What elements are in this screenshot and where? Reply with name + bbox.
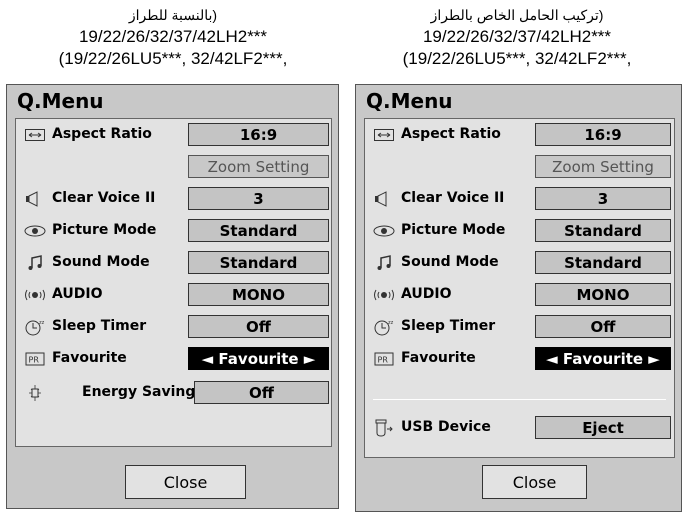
menu-row-sound-mode[interactable]: Sound Mode Standard — [16, 250, 331, 276]
menu-row-sleep-timer[interactable]: zz Sleep Timer Off — [16, 314, 331, 340]
menu-row-energy-saving[interactable]: Energy Saving Off — [16, 380, 331, 406]
zoom-setting-button[interactable]: Zoom Setting — [535, 155, 671, 178]
menu-row-zoom-setting[interactable]: Zoom Setting — [365, 154, 674, 180]
menu-label: Picture Mode — [401, 222, 506, 238]
menu-label: Aspect Ratio — [52, 126, 152, 142]
menu-label: Sound Mode — [401, 254, 499, 270]
sleep-timer-value[interactable]: Off — [535, 315, 671, 338]
close-button[interactable]: Close — [125, 465, 246, 499]
audio-value[interactable]: MONO — [535, 283, 671, 306]
speaker-icon — [373, 190, 395, 208]
menu-row-sleep-timer[interactable]: zz Sleep Timer Off — [365, 314, 674, 340]
caption-line-2: 19/22/26/32/37/42LH2*** — [78, 27, 268, 46]
aspect-ratio-value[interactable]: 16:9 — [535, 123, 671, 146]
qmenu-panel-right: Q.Menu Aspect Ratio 16:9 Zoom Setting Cl… — [355, 84, 682, 512]
menu-label: AUDIO — [401, 286, 452, 302]
pr-icon: PR — [373, 350, 395, 368]
qmenu-panel-left: Q.Menu Aspect Ratio 16:9 Zoom Setting Cl… — [6, 84, 339, 509]
aspect-ratio-icon — [24, 126, 46, 144]
music-note-icon — [24, 254, 46, 272]
pr-icon: PR — [24, 350, 46, 368]
menu-label: Favourite — [52, 350, 127, 366]
clear-voice-value[interactable]: 3 — [188, 187, 329, 210]
aspect-ratio-icon — [373, 126, 395, 144]
usb-device-icon — [373, 419, 395, 437]
menu-row-usb-device[interactable]: USB Device Eject — [365, 415, 674, 441]
svg-text:PR: PR — [29, 356, 40, 365]
svg-text:zz: zz — [39, 320, 45, 326]
menu-label: Aspect Ratio — [401, 126, 501, 142]
menu-row-clear-voice[interactable]: Clear Voice II 3 — [16, 186, 331, 212]
menu-row-picture-mode[interactable]: Picture Mode Standard — [365, 218, 674, 244]
menu-label: Clear Voice II — [401, 190, 505, 206]
sound-mode-value[interactable]: Standard — [188, 251, 329, 274]
svg-text:zz: zz — [388, 320, 394, 326]
menu-row-clear-voice[interactable]: Clear Voice II 3 — [365, 186, 674, 212]
picture-mode-value[interactable]: Standard — [535, 219, 671, 242]
qmenu-list: Aspect Ratio 16:9 Zoom Setting Clear Voi… — [15, 118, 332, 447]
qmenu-list: Aspect Ratio 16:9 Zoom Setting Clear Voi… — [364, 118, 675, 458]
sleep-timer-icon: zz — [24, 318, 46, 336]
audio-icon — [373, 286, 395, 304]
energy-saving-value[interactable]: Off — [194, 381, 329, 404]
sound-mode-value[interactable]: Standard — [535, 251, 671, 274]
qmenu-title: Q.Menu — [366, 89, 453, 113]
energy-saving-icon — [24, 384, 46, 402]
caption-line-1: (تركيب الحامل الخاص بالطراز — [430, 7, 604, 23]
menu-label: Sleep Timer — [401, 318, 496, 334]
favourite-selector[interactable]: ◄ Favourite ► — [535, 347, 671, 370]
menu-row-sound-mode[interactable]: Sound Mode Standard — [365, 250, 674, 276]
menu-row-aspect-ratio[interactable]: Aspect Ratio 16:9 — [365, 122, 674, 148]
menu-row-audio[interactable]: AUDIO MONO — [16, 282, 331, 308]
sleep-timer-icon: zz — [373, 318, 395, 336]
menu-label: USB Device — [401, 419, 491, 435]
eye-icon — [373, 222, 395, 240]
favourite-selector[interactable]: ◄ Favourite ► — [188, 347, 329, 370]
caption-line-1: (بالنسبة للطراز — [128, 7, 218, 23]
audio-icon — [24, 286, 46, 304]
caption-line-2: 19/22/26/32/37/42LH2*** — [422, 27, 612, 46]
usb-eject-button[interactable]: Eject — [535, 416, 671, 439]
clear-voice-value[interactable]: 3 — [535, 187, 671, 210]
caption-left: (بالنسبة للطراز 19/22/26/32/37/42LH2*** … — [8, 4, 338, 70]
menu-label: Sound Mode — [52, 254, 150, 270]
menu-label: Picture Mode — [52, 222, 157, 238]
aspect-ratio-value[interactable]: 16:9 — [188, 123, 329, 146]
menu-row-favourite[interactable]: PR Favourite ◄ Favourite ► — [365, 346, 674, 372]
close-button[interactable]: Close — [482, 465, 587, 499]
picture-mode-value[interactable]: Standard — [188, 219, 329, 242]
menu-label: Sleep Timer — [52, 318, 147, 334]
caption-line-3: (19/22/26LU5***, 32/42LF2***, — [402, 49, 632, 68]
eye-icon — [24, 222, 46, 240]
menu-label: Favourite — [401, 350, 476, 366]
menu-label: Clear Voice II — [52, 190, 156, 206]
menu-row-aspect-ratio[interactable]: Aspect Ratio 16:9 — [16, 122, 331, 148]
menu-row-audio[interactable]: AUDIO MONO — [365, 282, 674, 308]
divider — [373, 399, 666, 400]
menu-label: Energy Saving — [82, 384, 196, 400]
menu-label: AUDIO — [52, 286, 103, 302]
caption-line-3: (19/22/26LU5***, 32/42LF2***, — [58, 49, 288, 68]
sleep-timer-value[interactable]: Off — [188, 315, 329, 338]
menu-row-picture-mode[interactable]: Picture Mode Standard — [16, 218, 331, 244]
menu-row-zoom-setting[interactable]: Zoom Setting — [16, 154, 331, 180]
zoom-setting-button[interactable]: Zoom Setting — [188, 155, 329, 178]
qmenu-title: Q.Menu — [17, 89, 104, 113]
speaker-icon — [24, 190, 46, 208]
audio-value[interactable]: MONO — [188, 283, 329, 306]
music-note-icon — [373, 254, 395, 272]
menu-row-favourite[interactable]: PR Favourite ◄ Favourite ► — [16, 346, 331, 372]
caption-right: (تركيب الحامل الخاص بالطراز 19/22/26/32/… — [352, 4, 682, 70]
svg-text:PR: PR — [378, 356, 389, 365]
